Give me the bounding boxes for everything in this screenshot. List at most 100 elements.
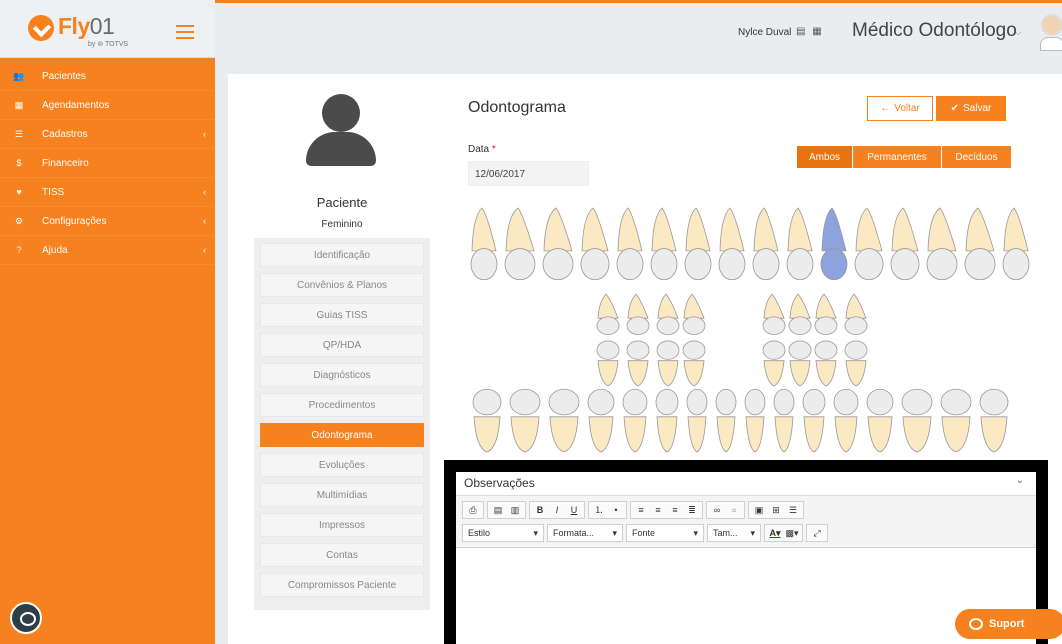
format-select[interactable]: Formata... ▾ [547, 524, 623, 542]
sidebar-item-pacientes[interactable]: 👥 Pacientes [0, 62, 215, 91]
unlink-icon[interactable]: ∝ [726, 502, 742, 518]
patient-menu-item[interactable]: Compromissos Paciente [260, 573, 424, 597]
tooth-upper-permanent[interactable] [650, 207, 678, 281]
tooth-lower-permanent[interactable] [715, 388, 737, 453]
bullet-list-icon[interactable]: • [608, 502, 624, 518]
chevron-down-icon[interactable]: ⌵ [1015, 27, 1022, 38]
tooth-upper-deciduous[interactable] [814, 293, 838, 335]
align-center-icon[interactable]: ≡ [650, 502, 666, 518]
justify-icon[interactable]: ≣ [684, 502, 700, 518]
patient-menu-item[interactable]: Odontograma [260, 423, 424, 447]
patient-menu-item[interactable]: Convênios & Planos [260, 273, 424, 297]
bg-color-icon[interactable]: ▩▾ [784, 525, 800, 541]
tooth-lower-permanent[interactable] [833, 388, 859, 453]
italic-icon[interactable]: I [549, 502, 565, 518]
tooth-lower-permanent[interactable] [622, 388, 648, 453]
tooth-upper-deciduous[interactable] [596, 293, 620, 335]
tooth-upper-permanent[interactable] [854, 207, 884, 281]
tooth-lower-permanent[interactable] [940, 388, 972, 453]
tooth-upper-permanent[interactable] [964, 207, 996, 281]
role-selector[interactable]: Médico Odontólogo [852, 20, 1017, 42]
save-button[interactable]: ✔ Salvar [936, 96, 1006, 121]
sidebar-item-agendamentos[interactable]: ▦ Agendamentos [0, 91, 215, 120]
tooth-lower-permanent[interactable] [686, 388, 708, 453]
print-icon[interactable]: ⎙ [465, 502, 481, 518]
tooth-lower-permanent[interactable] [901, 388, 933, 453]
bold-icon[interactable]: B [532, 502, 548, 518]
tooth-upper-deciduous[interactable] [788, 293, 812, 335]
sidebar-item-cadastros[interactable]: ☰ Cadastros ‹ [0, 120, 215, 149]
underline-icon[interactable]: U [566, 502, 582, 518]
tooth-upper-permanent[interactable] [684, 207, 712, 281]
menu-toggle-icon[interactable] [176, 25, 194, 39]
tooth-lower-permanent[interactable] [744, 388, 766, 453]
tooth-upper-permanent[interactable] [580, 207, 610, 281]
tooth-upper-deciduous[interactable] [682, 293, 706, 335]
sidebar-item-ajuda[interactable]: ? Ajuda ‹ [0, 236, 215, 265]
tooth-upper-permanent[interactable] [820, 207, 848, 281]
support-button[interactable]: Suport [955, 609, 1062, 639]
sidebar-item-tiss[interactable]: ♥ TISS ‹ [0, 178, 215, 207]
tooth-lower-deciduous[interactable] [596, 340, 620, 387]
chat-icon[interactable] [10, 602, 42, 634]
tooth-lower-permanent[interactable] [802, 388, 826, 453]
align-right-icon[interactable]: ≡ [667, 502, 683, 518]
observations-header[interactable]: Observações ⌄ [456, 472, 1036, 496]
user-name[interactable]: Nylce Duval [738, 27, 791, 38]
maximize-icon[interactable]: ⤢ [809, 525, 825, 541]
logo[interactable]: Fly01 [58, 13, 115, 40]
tooth-upper-deciduous[interactable] [762, 293, 786, 335]
tooth-lower-deciduous[interactable] [762, 340, 786, 387]
tooth-upper-permanent[interactable] [752, 207, 780, 281]
sidebar-item-financeiro[interactable]: $ Financeiro [0, 149, 215, 178]
chevron-down-icon[interactable]: ⌄ [1016, 475, 1024, 486]
tooth-lower-deciduous[interactable] [682, 340, 706, 387]
tooth-lower-permanent[interactable] [773, 388, 795, 453]
date-field[interactable]: 12/06/2017 [468, 161, 589, 186]
text-color-icon[interactable]: A▾ [767, 525, 783, 541]
tooth-lower-permanent[interactable] [587, 388, 615, 453]
patient-menu-item[interactable]: Multimídias [260, 483, 424, 507]
tooth-lower-deciduous[interactable] [788, 340, 812, 387]
tooth-upper-permanent[interactable] [890, 207, 920, 281]
editor-body[interactable] [456, 548, 1036, 643]
size-select[interactable]: Tam... ▾ [707, 524, 761, 542]
tooth-lower-permanent[interactable] [979, 388, 1009, 453]
back-button[interactable]: ← Voltar [867, 96, 933, 121]
tooth-lower-deciduous[interactable] [626, 340, 650, 387]
font-select[interactable]: Fonte ▾ [626, 524, 704, 542]
tooth-upper-permanent[interactable] [616, 207, 644, 281]
horizontal-rule-icon[interactable]: ☰ [785, 502, 801, 518]
ordered-list-icon[interactable]: ⒈ [591, 502, 607, 518]
paste-icon[interactable]: ▤ [490, 502, 506, 518]
tooth-upper-deciduous[interactable] [656, 293, 680, 335]
patient-menu-item[interactable]: Diagnósticos [260, 363, 424, 387]
tooth-lower-permanent[interactable] [866, 388, 894, 453]
patient-menu-item[interactable]: Procedimentos [260, 393, 424, 417]
tooth-upper-deciduous[interactable] [626, 293, 650, 335]
table-icon[interactable]: ⊞ [768, 502, 784, 518]
tooth-lower-permanent[interactable] [472, 388, 502, 453]
paste-text-icon[interactable]: ▥ [507, 502, 523, 518]
align-left-icon[interactable]: ≡ [633, 502, 649, 518]
tooth-upper-permanent[interactable] [542, 207, 574, 281]
patient-menu-item[interactable]: Contas [260, 543, 424, 567]
patient-menu-item[interactable]: Impressos [260, 513, 424, 537]
tooth-upper-permanent[interactable] [786, 207, 814, 281]
tooth-upper-deciduous[interactable] [844, 293, 868, 335]
patient-menu-item[interactable]: Evoluções [260, 453, 424, 477]
style-select[interactable]: Estilo ▾ [462, 524, 544, 542]
image-icon[interactable]: ▣ [751, 502, 767, 518]
tooth-upper-permanent[interactable] [1002, 207, 1030, 281]
patient-menu-item[interactable]: Identificação [260, 243, 424, 267]
tooth-upper-permanent[interactable] [470, 207, 498, 281]
patient-menu-item[interactable]: QP/HDA [260, 333, 424, 357]
link-icon[interactable]: ∞ [709, 502, 725, 518]
tooth-upper-permanent[interactable] [504, 207, 536, 281]
tooth-lower-permanent[interactable] [655, 388, 679, 453]
sidebar-item-configuraes[interactable]: ⚙ Configurações ‹ [0, 207, 215, 236]
tooth-lower-deciduous[interactable] [656, 340, 680, 387]
grid-icon[interactable]: ▤ ▦ [796, 26, 824, 37]
segment-ambos[interactable]: Ambos [797, 146, 852, 168]
tooth-upper-permanent[interactable] [718, 207, 746, 281]
